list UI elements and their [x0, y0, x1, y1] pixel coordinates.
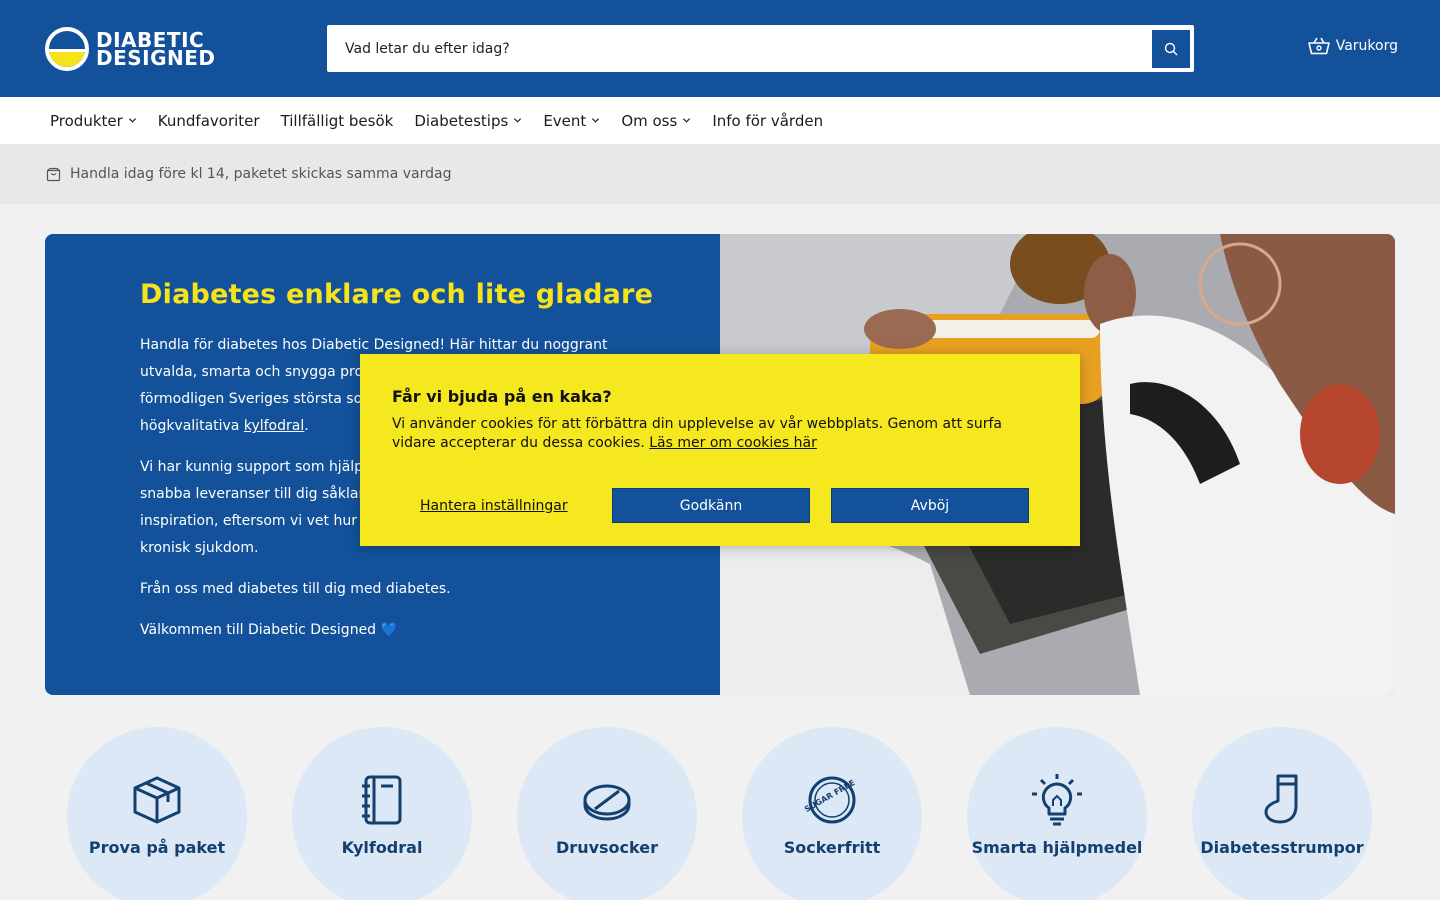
hero-paragraph: Välkommen till Diabetic Designed 💙	[140, 622, 398, 638]
nav-item-info-for-varden[interactable]: Info för vården	[712, 112, 823, 130]
chevron-down-icon	[514, 118, 522, 123]
nav-item-kundfavoriter[interactable]: Kundfavoriter	[158, 112, 260, 130]
cookie-title: Får vi bjuda på en kaka?	[392, 387, 612, 406]
cookie-consent-banner: Får vi bjuda på en kaka? Vi använder coo…	[360, 354, 1080, 546]
site-header: DIABETIC DESIGNED Varukorg	[0, 0, 1440, 97]
chevron-down-icon	[592, 118, 600, 123]
cookie-text: Vi använder cookies för att förbättra di…	[392, 416, 1002, 451]
lightbulb-icon	[1032, 774, 1082, 826]
nav-item-produkter[interactable]: Produkter	[50, 112, 137, 130]
logo-text: DIABETIC DESIGNED	[96, 28, 216, 70]
package-icon	[46, 167, 61, 181]
cookie-actions: Hantera inställningar Godkänn Avböj	[392, 488, 1048, 523]
cart-button[interactable]: Varukorg	[1307, 37, 1398, 55]
box-icon	[133, 776, 181, 824]
hero-paragraph: Från oss med diabetes till dig med diabe…	[140, 581, 451, 597]
logo-mark-icon	[45, 27, 89, 71]
category-label: Smarta hjälpmedel	[971, 838, 1143, 857]
chevron-down-icon	[683, 118, 691, 123]
nav-item-diabetestips[interactable]: Diabetestips	[414, 112, 522, 130]
hero-title: Diabetes enklare och lite gladare	[140, 279, 654, 310]
accept-cookies-button[interactable]: Godkänn	[612, 488, 810, 523]
shipping-info-strip: Handla idag före kl 14, paketet skickas …	[0, 144, 1440, 204]
category-diabetesstrumpor[interactable]: Diabetesstrumpor	[1192, 727, 1372, 900]
category-label: Kylfodral	[341, 838, 423, 857]
tablet-icon	[583, 784, 631, 821]
category-sockerfritt[interactable]: SUGAR FREE Sockerfritt	[742, 727, 922, 900]
category-label: Prova på paket	[88, 838, 226, 857]
decline-cookies-button[interactable]: Avböj	[831, 488, 1029, 523]
main-nav: Produkter Kundfavoriter Tillfälligt besö…	[0, 97, 1440, 144]
category-prova-pa-paket[interactable]: Prova på paket	[67, 727, 247, 900]
nav-item-event[interactable]: Event	[543, 112, 600, 130]
category-label: Diabetesstrumpor	[1200, 838, 1364, 857]
nav-item-om-oss[interactable]: Om oss	[621, 112, 691, 130]
basket-icon	[1307, 37, 1330, 55]
search-button[interactable]	[1152, 29, 1190, 68]
shipping-info-text: Handla idag före kl 14, paketet skickas …	[70, 166, 452, 182]
cookie-read-more-link[interactable]: Läs mer om cookies här	[649, 435, 817, 451]
nav-item-tillfalligt-besok[interactable]: Tillfälligt besök	[281, 112, 394, 130]
search-bar	[327, 25, 1194, 72]
category-label: Druvsocker	[556, 838, 658, 857]
category-druvsocker[interactable]: Druvsocker	[517, 727, 697, 900]
sugar-free-icon: SUGAR FREE	[804, 776, 856, 824]
logo[interactable]: DIABETIC DESIGNED	[45, 27, 216, 71]
chevron-down-icon	[128, 118, 136, 123]
category-smarta-hjalpmedel[interactable]: Smarta hjälpmedel	[967, 727, 1147, 900]
category-list: Prova på paket Kylfodral Druvsocker SUGA…	[67, 727, 1372, 900]
notebook-icon	[362, 775, 402, 825]
search-input[interactable]	[327, 25, 1152, 72]
sock-icon	[1264, 774, 1298, 824]
manage-cookies-link[interactable]: Hantera inställningar	[392, 498, 612, 514]
cart-label: Varukorg	[1335, 38, 1398, 54]
category-kylfodral[interactable]: Kylfodral	[292, 727, 472, 900]
kylfodral-link[interactable]: kylfodral	[244, 418, 304, 434]
search-icon	[1164, 42, 1178, 55]
category-label: Sockerfritt	[783, 838, 881, 857]
